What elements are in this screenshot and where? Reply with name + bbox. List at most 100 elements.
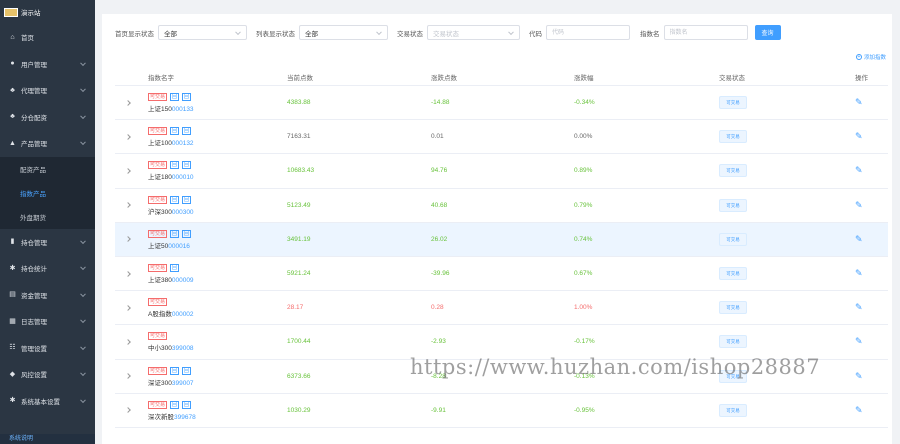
trade-status-button[interactable]: 可交易 — [719, 369, 747, 383]
trade-status-button[interactable]: 可交易 — [719, 232, 747, 246]
trade-status-button[interactable]: 可交易 — [719, 96, 747, 110]
user-icon: ● — [10, 60, 15, 68]
edit-icon[interactable]: ✎ — [855, 371, 863, 381]
trade-status-button[interactable]: 可交易 — [719, 335, 747, 349]
expand-toggle[interactable] — [115, 168, 148, 174]
table-row[interactable]: 可交易 A股指数000002 28.17 0.28 1.00% 可交易 ✎ — [115, 291, 888, 326]
org-icon: ♣ — [10, 113, 15, 121]
status-cell: 可交易 — [719, 369, 855, 383]
index-name-input[interactable] — [663, 25, 748, 40]
expand-toggle[interactable] — [115, 373, 148, 379]
sidebar-item-system-help[interactable]: 系统说明 — [0, 434, 95, 444]
trade-status-button[interactable]: 可交易 — [719, 198, 747, 212]
expand-toggle[interactable] — [115, 236, 148, 243]
sidebar-item-t3[interactable]: ♣ 分仓配资 — [0, 104, 95, 131]
index-name-cell: 可交易 A股指数000002 — [148, 297, 287, 318]
edit-icon[interactable]: ✎ — [855, 97, 863, 107]
change-pct: -0.13% — [574, 372, 595, 380]
table-row[interactable]: 可交易回回深证300399007 6373.66 -8.28 -0.13% 可交易 ✎ — [115, 360, 888, 394]
tradable-tag: 可交易 — [148, 264, 168, 273]
edit-icon[interactable]: ✎ — [855, 405, 863, 415]
current-points: 7163.31 — [287, 133, 311, 141]
trade-status-button[interactable]: 可交易 — [719, 164, 747, 178]
sidebar-item-label: 持仓管理 — [21, 239, 47, 247]
display-tag: 回 — [182, 93, 192, 102]
header-name: 指数名字 — [148, 75, 174, 82]
table-row[interactable]: 可交易回回沪深300000300 5123.49 40.68 0.79% 可交易 ✎ — [115, 189, 888, 223]
trade-status-placeholder: 交易状态 — [433, 30, 459, 38]
edit-icon[interactable]: ✎ — [855, 268, 863, 278]
edit-icon[interactable]: ✎ — [855, 336, 863, 346]
index-name-cell: 可交易回回上证150000133 — [148, 92, 287, 113]
main-area: 首页显示状态 全部 列表显示状态 全部 交易状态 交易状态 代码 指数名 查询 … — [95, 0, 900, 444]
sidebar-item-b3[interactable]: ▦ 日志管理 — [0, 308, 95, 335]
index-name: 深次新股 — [148, 413, 174, 421]
expand-toggle[interactable] — [115, 304, 148, 311]
expand-toggle[interactable] — [115, 407, 148, 414]
table-row[interactable]: 可交易回回上证150000133 4383.88 -14.88 -0.34% 可交易 ✎ — [115, 86, 888, 121]
query-button[interactable]: 查询 — [754, 25, 781, 40]
edit-icon[interactable]: ✎ — [855, 302, 863, 312]
status-cell: 可交易 — [719, 198, 855, 212]
sidebar-submenu: 配资产品 指数产品 外盘期货 — [0, 156, 95, 229]
expand-toggle[interactable] — [115, 133, 148, 140]
trade-status-button[interactable]: 可交易 — [719, 130, 747, 144]
edit-icon[interactable]: ✎ — [855, 200, 863, 210]
plus-circle-icon: + — [855, 54, 862, 60]
home-display-select[interactable]: 全部 — [158, 25, 247, 40]
chevron-down-icon — [235, 28, 241, 35]
edit-icon[interactable]: ✎ — [855, 234, 863, 244]
expand-toggle[interactable] — [115, 270, 148, 277]
sidebar-item-t4[interactable]: ▲ 产品管理 — [0, 130, 95, 157]
trade-status-button[interactable]: 可交易 — [719, 403, 747, 417]
sidebar-item-b4[interactable]: ☷ 管理设置 — [0, 335, 95, 362]
table-row[interactable]: 可交易回上证380000009 5921.24 -39.96 0.67% 可交易 ✎ — [115, 257, 888, 292]
sidebar-item-b5[interactable]: ◆ 风控设置 — [0, 361, 95, 388]
edit-icon[interactable]: ✎ — [855, 131, 863, 141]
display-tag: 回 — [170, 229, 180, 238]
op-cell: ✎ — [855, 303, 888, 312]
list-display-select[interactable]: 全部 — [299, 25, 388, 40]
sidebar-item-b0[interactable]: ▮ 持仓管理 — [0, 229, 95, 256]
index-name: 上证150 — [148, 106, 172, 114]
expand-toggle[interactable] — [115, 99, 148, 106]
change-pct: -0.17% — [574, 338, 595, 346]
table-row[interactable]: 可交易回回上证180000010 10683.43 94.76 0.89% 可交易 ✎ — [115, 154, 888, 189]
trade-status-button[interactable]: 可交易 — [719, 267, 747, 281]
sidebar-item-b1[interactable]: ✱ 持仓统计 — [0, 255, 95, 282]
expand-toggle[interactable] — [115, 202, 148, 208]
chevron-down-icon — [80, 139, 86, 146]
brand[interactable]: 演示站 — [0, 0, 95, 24]
trade-status-select[interactable]: 交易状态 — [427, 25, 520, 40]
table-row[interactable]: 可交易回回上证100000132 7163.31 0.01 0.00% 可交易 ✎ — [115, 120, 888, 155]
chevron-right-icon — [125, 133, 131, 140]
current-points: 3491.19 — [287, 235, 311, 243]
index-code: 399007 — [171, 379, 194, 387]
index-name-cell: 可交易回回沪深300000300 — [148, 195, 287, 216]
sidebar-item-t2[interactable]: ♣ 代理管理 — [0, 77, 95, 104]
submenu-item-1[interactable]: 指数产品 — [0, 180, 95, 205]
trade-status-button[interactable]: 可交易 — [719, 301, 747, 315]
add-index-button[interactable]: + 添加指数 — [855, 53, 886, 61]
sidebar-item-b2[interactable]: ▤ 资金管理 — [0, 282, 95, 309]
op-cell: ✎ — [855, 269, 888, 278]
expand-toggle[interactable] — [115, 339, 148, 345]
code-input[interactable] — [546, 25, 630, 40]
chevron-down-icon — [80, 291, 86, 297]
sidebar-item-t1[interactable]: ● 用户管理 — [0, 51, 95, 78]
table-row[interactable]: 可交易回回上证50000016 3491.19 26.02 0.74% 可交易 ✎ — [115, 222, 888, 257]
list-display-label: 列表显示状态 — [256, 30, 295, 38]
status-cell: 可交易 — [719, 232, 855, 246]
change-points: 94.76 — [431, 167, 448, 175]
table-row[interactable]: 可交易 中小300399008 1700.44 -2.93 -0.17% 可交易 ✎ — [115, 325, 888, 360]
sidebar-item-b6[interactable]: ✱ 系统基本设置 — [0, 388, 95, 415]
chevron-down-icon — [80, 60, 86, 66]
submenu-item-2[interactable]: 外盘期货 — [0, 204, 95, 229]
table-row[interactable]: 可交易回回深次新股399678 1030.29 -9.91 -0.95% 可交易 ✎ — [115, 394, 888, 428]
sidebar-item-label: 资金管理 — [21, 292, 47, 300]
edit-icon[interactable]: ✎ — [855, 165, 863, 175]
op-cell: ✎ — [855, 98, 888, 107]
sidebar-item-t0[interactable]: ⌂ 首页 — [0, 24, 95, 51]
chevron-right-icon — [125, 373, 131, 379]
submenu-item-0[interactable]: 配资产品 — [0, 156, 95, 181]
